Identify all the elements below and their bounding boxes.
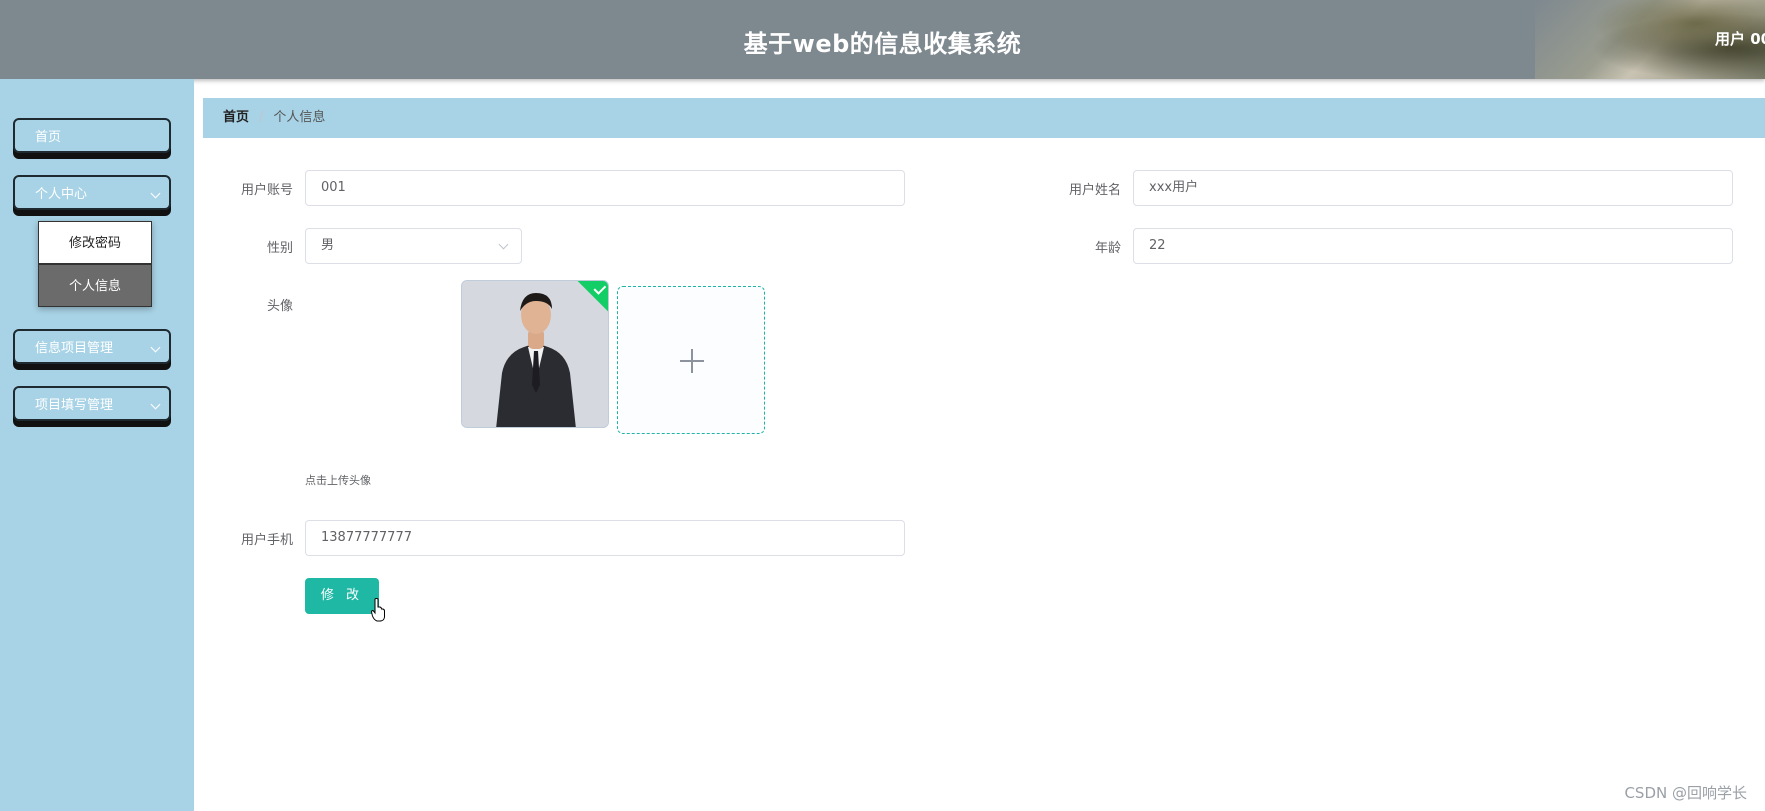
avatar-upload-button[interactable]	[617, 286, 765, 434]
submenu: 修改密码 个人信息	[38, 221, 152, 307]
chevron-down-icon	[150, 342, 161, 353]
breadcrumb: 首页 / 个人信息	[203, 98, 1765, 138]
plus-icon-vertical	[691, 349, 693, 373]
sidebar-item-label: 首页	[35, 130, 62, 145]
phone-label: 用户手机	[240, 533, 293, 548]
upload-tip: 点击上传头像	[305, 474, 371, 487]
header: 基于web的信息收集系统 用户 001	[0, 0, 1765, 79]
name-field[interactable]: xxx用户	[1133, 170, 1733, 206]
account-label: 用户账号	[240, 183, 293, 198]
sidebar-item-project-management[interactable]: 信息项目管理	[13, 329, 171, 364]
submenu-item-change-password[interactable]: 修改密码	[38, 221, 152, 264]
gender-select-value: 男	[321, 238, 335, 253]
submenu-item-personal-info[interactable]: 个人信息	[38, 264, 152, 307]
account-field[interactable]: 001	[305, 170, 905, 206]
sidebar-item-label: 项目填写管理	[35, 398, 114, 413]
sidebar-item-personal-center[interactable]: 个人中心	[13, 175, 171, 210]
breadcrumb-home[interactable]: 首页	[223, 110, 249, 125]
avatar-label: 头像	[266, 299, 293, 314]
avatar-photo	[462, 281, 608, 427]
sidebar-item-fill-management[interactable]: 项目填写管理	[13, 386, 171, 421]
avatar-image[interactable]	[461, 280, 609, 428]
pointer-cursor-icon	[371, 598, 385, 622]
header-user[interactable]: 用户 001	[1715, 28, 1765, 49]
chevron-down-icon	[498, 239, 509, 250]
submit-button[interactable]: 修 改	[305, 578, 379, 614]
watermark: CSDN @回响学长	[1624, 784, 1747, 802]
phone-field[interactable]: 13877777777	[305, 520, 905, 556]
chevron-down-icon	[150, 399, 161, 410]
chevron-down-icon	[150, 188, 161, 199]
age-label: 年龄	[1094, 241, 1121, 256]
app-title: 基于web的信息收集系统	[743, 30, 1022, 58]
breadcrumb-current: 个人信息	[273, 110, 326, 125]
breadcrumb-separator: /	[259, 110, 264, 125]
sidebar-item-label: 个人中心	[35, 187, 88, 202]
gender-select[interactable]: 男	[305, 228, 522, 264]
name-label: 用户姓名	[1068, 183, 1121, 198]
age-field[interactable]: 22	[1133, 228, 1733, 264]
sidebar-item-home[interactable]: 首页	[13, 118, 171, 153]
gender-label: 性别	[266, 241, 293, 256]
sidebar-item-label: 信息项目管理	[35, 341, 114, 356]
